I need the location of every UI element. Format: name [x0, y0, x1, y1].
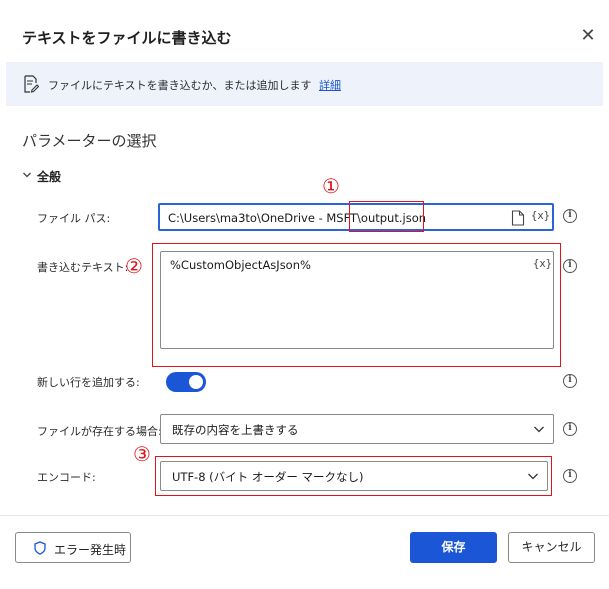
if-file-exists-value: 既存の内容を上書きする: [172, 423, 299, 437]
chevron-down-icon[interactable]: [22, 170, 32, 180]
annotation-box-3: [155, 456, 552, 496]
file-path-label: ファイル パス:: [37, 212, 111, 225]
edit-document-icon: [24, 75, 39, 93]
info-description: ファイルにテキストを書き込むか、または追加します: [48, 79, 312, 92]
variable-picker-icon[interactable]: {x}: [531, 210, 550, 222]
shield-icon: [34, 541, 46, 555]
on-error-label: エラー発生時: [54, 543, 127, 557]
chevron-down-icon: [534, 426, 544, 433]
save-button[interactable]: 保存: [410, 532, 497, 563]
text-to-write-label: 書き込むテキスト:: [37, 261, 129, 274]
on-error-button[interactable]: エラー発生時: [15, 532, 131, 563]
cancel-button[interactable]: キャンセル: [508, 532, 595, 563]
info-text: ファイルにテキストを書き込むか、または追加します 詳細: [48, 77, 341, 93]
close-icon[interactable]: ✕: [578, 26, 598, 46]
append-newline-label: 新しい行を追加する:: [37, 376, 140, 389]
dialog-title: テキストをファイルに書き込む: [22, 29, 232, 47]
annotation-2: ②: [125, 254, 143, 278]
toggle-knob: [189, 375, 203, 389]
file-browse-icon[interactable]: [511, 210, 525, 226]
text-to-write-info-icon[interactable]: i: [563, 259, 577, 273]
file-path-info-icon[interactable]: i: [563, 209, 577, 223]
if-file-exists-info-icon[interactable]: i: [563, 422, 577, 436]
footer-divider: [0, 515, 609, 516]
group-title: 全般: [37, 170, 62, 184]
annotation-box-1: [349, 201, 424, 232]
annotation-1: ①: [322, 174, 340, 198]
encoding-info-icon[interactable]: i: [563, 469, 577, 483]
append-newline-info-icon[interactable]: i: [563, 374, 577, 388]
annotation-3: ③: [133, 442, 151, 466]
file-path-prefix: C:\Users\ma3to\OneDrive - MSFT\: [168, 211, 361, 225]
encoding-label: エンコード:: [37, 471, 96, 484]
annotation-box-2: [152, 243, 561, 367]
if-file-exists-label: ファイルが存在する場合:: [37, 425, 162, 438]
append-newline-toggle[interactable]: [166, 372, 206, 392]
details-link[interactable]: 詳細: [319, 79, 341, 92]
if-file-exists-select[interactable]: 既存の内容を上書きする: [160, 414, 554, 444]
section-title: パラメーターの選択: [22, 132, 157, 150]
